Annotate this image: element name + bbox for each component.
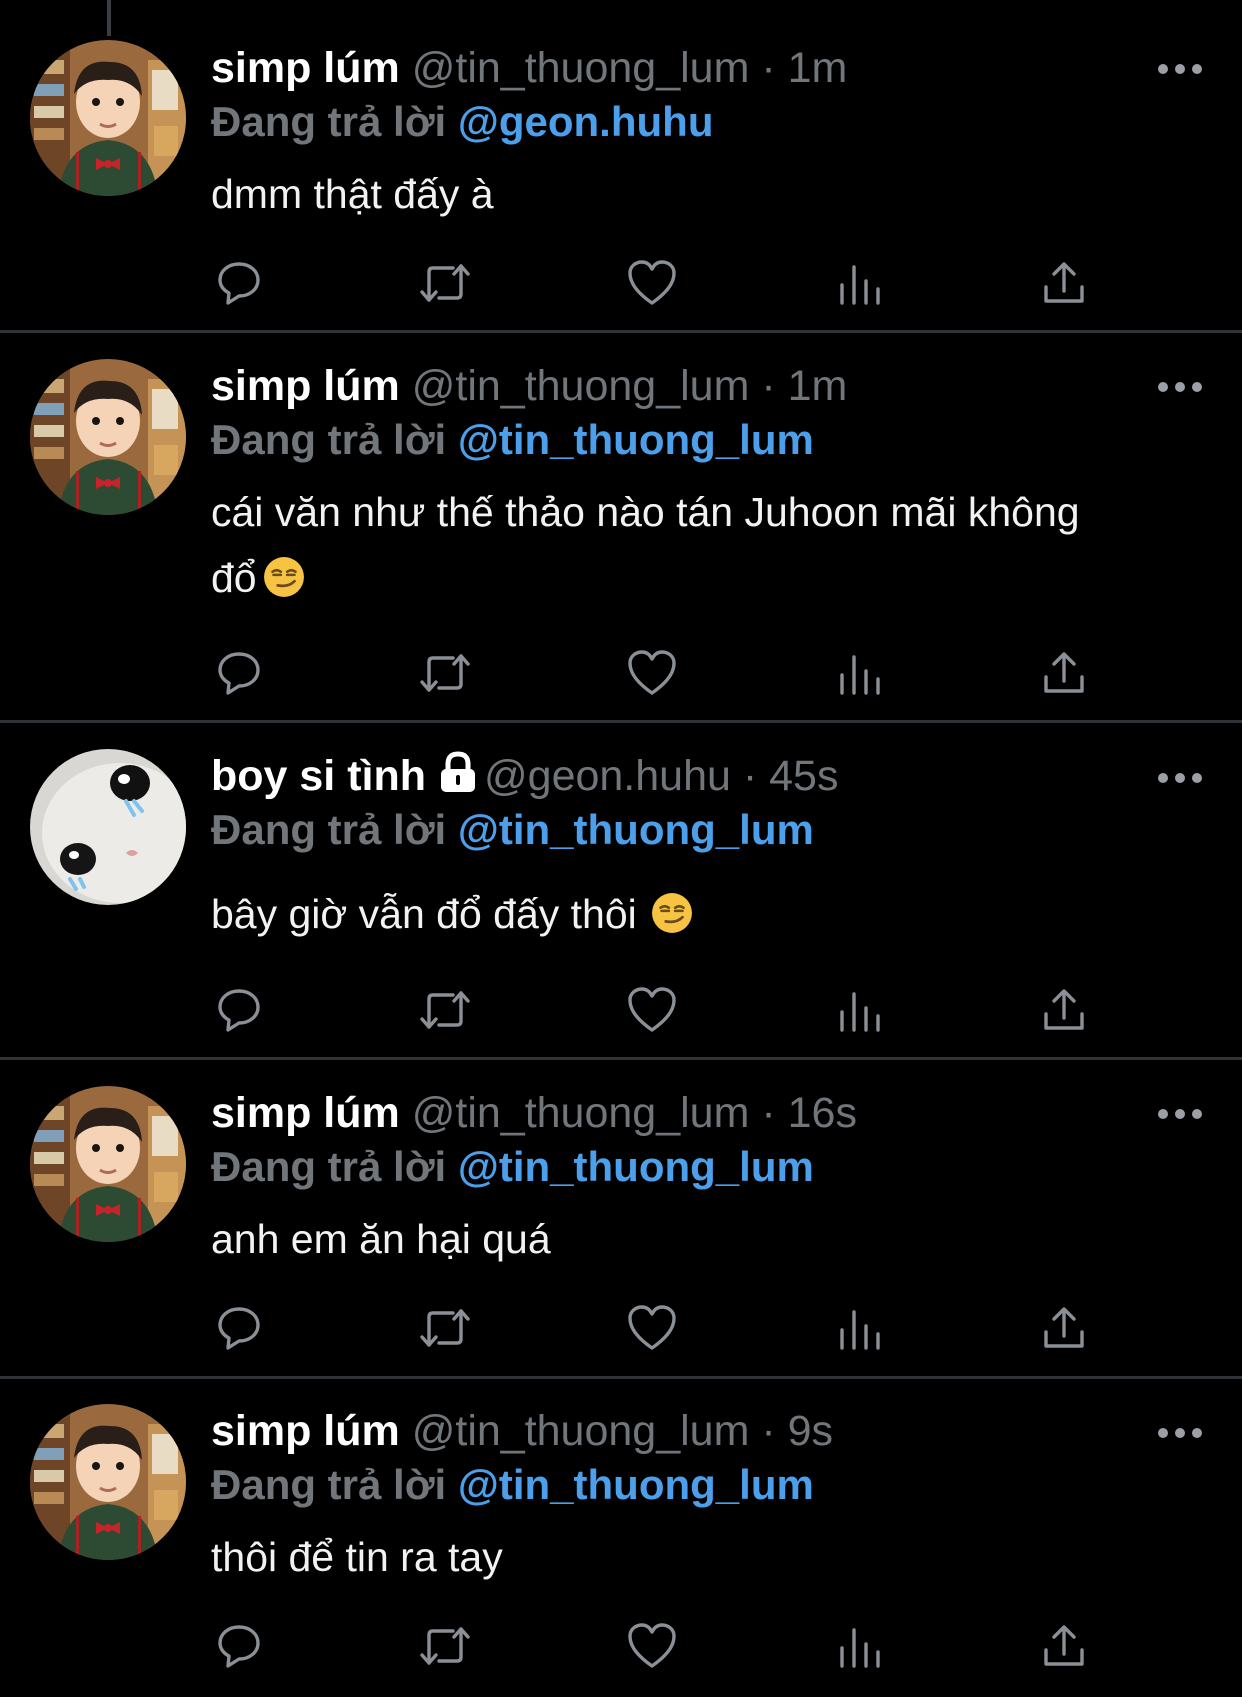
replying-label: Đang trả lời bbox=[211, 1143, 447, 1190]
mention-link[interactable]: @tin_thuong_lum bbox=[458, 1461, 814, 1508]
replying-label: Đang trả lời bbox=[211, 806, 447, 853]
mention-link[interactable]: @tin_thuong_lum bbox=[458, 416, 814, 463]
lock-icon bbox=[441, 751, 475, 792]
share-icon[interactable] bbox=[1036, 255, 1092, 311]
display-name[interactable]: simp lúm bbox=[211, 362, 400, 410]
reply-icon[interactable] bbox=[211, 1618, 267, 1674]
replying-to: Đang trả lời @tin_thuong_lum bbox=[211, 1141, 814, 1193]
like-icon[interactable] bbox=[624, 645, 680, 701]
tweet-text-content: anh em ăn hại quá bbox=[211, 1216, 551, 1262]
tweet-header: simp lúm @tin_thuong_lum · 1m bbox=[211, 42, 847, 94]
avatar[interactable] bbox=[30, 749, 186, 905]
handle-and-time[interactable]: @tin_thuong_lum · 9s bbox=[412, 1407, 833, 1455]
reply-icon[interactable] bbox=[211, 982, 267, 1038]
display-name[interactable]: simp lúm bbox=[211, 1089, 400, 1137]
tweet-text: cái văn như thế thảo nào tán Juhoon mãi … bbox=[211, 479, 1111, 611]
tweet-header: simp lúm @tin_thuong_lum · 1m bbox=[211, 360, 847, 412]
tweet-actions bbox=[211, 645, 1111, 701]
more-icon[interactable] bbox=[1158, 1107, 1202, 1121]
views-icon[interactable] bbox=[830, 1300, 886, 1356]
divider bbox=[0, 720, 1242, 723]
divider bbox=[0, 1057, 1242, 1060]
tweet-text-content: dmm thật đấy à bbox=[211, 171, 494, 217]
avatar[interactable] bbox=[30, 359, 186, 515]
display-name[interactable]: simp lúm bbox=[211, 44, 400, 92]
share-icon[interactable] bbox=[1036, 1618, 1092, 1674]
mention-link[interactable]: @geon.huhu bbox=[458, 98, 714, 145]
tweet-text: thôi để tin ra tay bbox=[211, 1524, 1111, 1590]
views-icon[interactable] bbox=[830, 645, 886, 701]
divider bbox=[0, 330, 1242, 333]
retweet-icon[interactable] bbox=[417, 255, 473, 311]
handle-and-time[interactable]: @tin_thuong_lum · 1m bbox=[412, 44, 848, 92]
like-icon[interactable] bbox=[624, 982, 680, 1038]
tweet-text-content: bây giờ vẫn đổ đấy thôi bbox=[211, 891, 637, 937]
avatar[interactable] bbox=[30, 1086, 186, 1242]
display-name[interactable]: boy si tình bbox=[211, 752, 426, 800]
avatar[interactable] bbox=[30, 1404, 186, 1560]
share-icon[interactable] bbox=[1036, 645, 1092, 701]
reply-icon[interactable] bbox=[211, 1300, 267, 1356]
replying-label: Đang trả lời bbox=[211, 98, 447, 145]
avatar[interactable] bbox=[30, 40, 186, 196]
tweet-actions bbox=[211, 255, 1111, 311]
more-icon[interactable] bbox=[1158, 380, 1202, 394]
smirk-emoji bbox=[651, 892, 693, 934]
reply-icon[interactable] bbox=[211, 255, 267, 311]
mention-link[interactable]: @tin_thuong_lum bbox=[458, 1143, 814, 1190]
tweet-header: simp lúm @tin_thuong_lum · 16s bbox=[211, 1087, 857, 1139]
replying-label: Đang trả lời bbox=[211, 1461, 447, 1508]
thread-connector-line bbox=[107, 0, 111, 36]
display-name[interactable]: simp lúm bbox=[211, 1407, 400, 1455]
handle-and-time[interactable]: @geon.huhu · 45s bbox=[484, 752, 838, 800]
tweet-actions bbox=[211, 982, 1111, 1038]
replying-to: Đang trả lời @tin_thuong_lum bbox=[211, 804, 814, 856]
views-icon[interactable] bbox=[830, 255, 886, 311]
replying-to: Đang trả lời @tin_thuong_lum bbox=[211, 414, 814, 466]
tweet-text: dmm thật đấy à bbox=[211, 161, 1111, 227]
retweet-icon[interactable] bbox=[417, 982, 473, 1038]
tweet-text-content: thôi để tin ra tay bbox=[211, 1534, 503, 1580]
tweet-header: simp lúm @tin_thuong_lum · 9s bbox=[211, 1405, 833, 1457]
like-icon[interactable] bbox=[624, 255, 680, 311]
handle-and-time[interactable]: @tin_thuong_lum · 16s bbox=[412, 1089, 857, 1137]
more-icon[interactable] bbox=[1158, 1426, 1202, 1440]
views-icon[interactable] bbox=[830, 1618, 886, 1674]
more-icon[interactable] bbox=[1158, 62, 1202, 76]
views-icon[interactable] bbox=[830, 982, 886, 1038]
tweet-header: boy si tình @geon.huhu · 45s bbox=[211, 750, 838, 802]
share-icon[interactable] bbox=[1036, 1300, 1092, 1356]
tweet-text: bây giờ vẫn đổ đấy thôi bbox=[211, 881, 1111, 947]
handle-and-time[interactable]: @tin_thuong_lum · 1m bbox=[412, 362, 848, 410]
smirk-emoji bbox=[263, 556, 305, 598]
tweet-text: anh em ăn hại quá bbox=[211, 1206, 1111, 1272]
retweet-icon[interactable] bbox=[417, 645, 473, 701]
replying-to: Đang trả lời @geon.huhu bbox=[211, 96, 713, 148]
like-icon[interactable] bbox=[624, 1618, 680, 1674]
replying-label: Đang trả lời bbox=[211, 416, 447, 463]
divider bbox=[0, 1376, 1242, 1379]
tweet-actions bbox=[211, 1618, 1111, 1674]
reply-icon[interactable] bbox=[211, 645, 267, 701]
replying-to: Đang trả lời @tin_thuong_lum bbox=[211, 1459, 814, 1511]
retweet-icon[interactable] bbox=[417, 1300, 473, 1356]
more-icon[interactable] bbox=[1158, 771, 1202, 785]
retweet-icon[interactable] bbox=[417, 1618, 473, 1674]
tweet-text-content: cái văn như thế thảo nào tán Juhoon mãi … bbox=[211, 489, 1080, 601]
share-icon[interactable] bbox=[1036, 982, 1092, 1038]
tweet-actions bbox=[211, 1300, 1111, 1356]
mention-link[interactable]: @tin_thuong_lum bbox=[458, 806, 814, 853]
like-icon[interactable] bbox=[624, 1300, 680, 1356]
